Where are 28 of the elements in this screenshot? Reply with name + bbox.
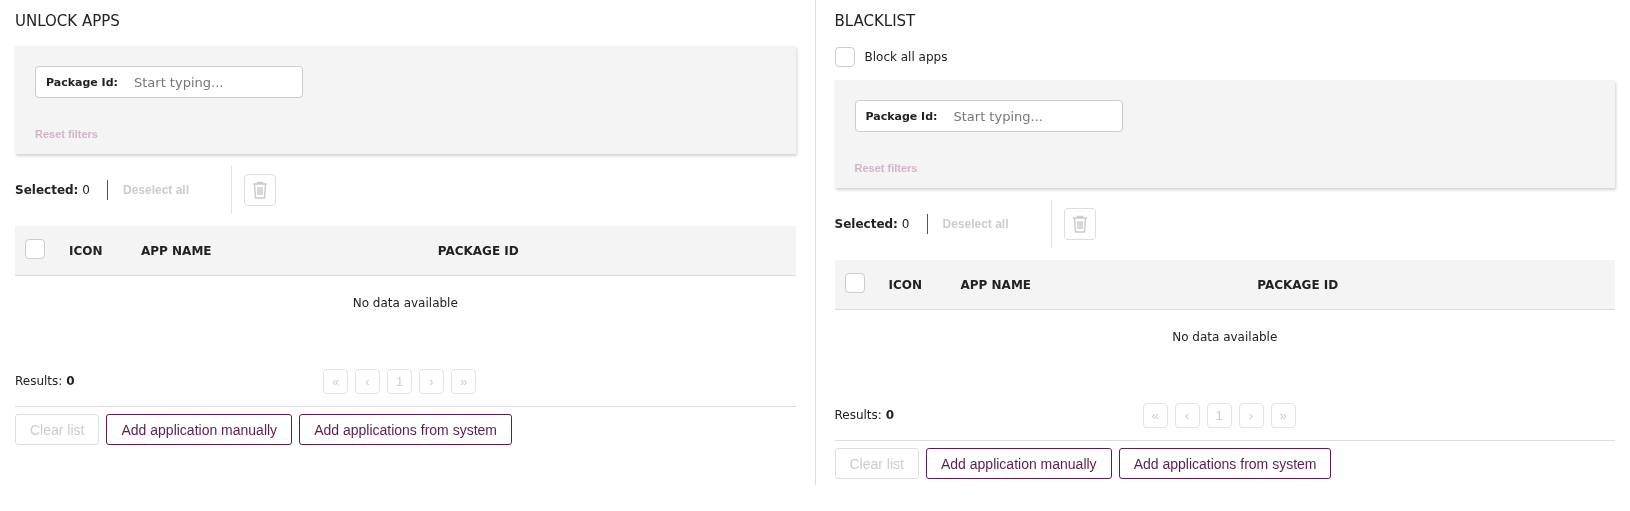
select-all-checkbox[interactable] [25,239,45,259]
results-count: Results: 0 [15,374,76,388]
selected-count: Selected: 0 [15,183,91,197]
action-button[interactable]: Add application manually [106,414,293,445]
column-header: PACKAGE ID [436,243,520,258]
package-id-field[interactable]: Package Id: Start typing... [854,100,1123,132]
column-header: PACKAGE ID [1256,277,1340,292]
action-button[interactable]: Add applications from system [299,414,512,445]
panel-title: BLACKLIST [834,11,916,32]
panel-title: UNLOCK APPS [15,11,120,32]
results-count: Results: 0 [834,408,896,422]
action-button[interactable]: Add applications from system [1118,448,1332,479]
trash-icon [252,181,268,199]
column-header: ICON [888,277,923,292]
column-header: APP NAME [141,243,213,258]
field-label: Package Id: [865,109,938,123]
trash-icon [1071,215,1088,233]
action-button[interactable]: Add application manually [925,448,1112,479]
column-header: APP NAME [960,277,1033,292]
checkbox[interactable] [834,47,855,67]
select-all-checkbox[interactable] [844,273,865,293]
selected-count: Selected: 0 [834,217,911,231]
empty-message: No data available [352,295,458,312]
column-header: ICON [69,243,104,258]
checkbox-label: Block all apps [864,50,948,64]
package-id-field[interactable]: Package Id: Start typing... [35,66,303,98]
field-label: Package Id: [46,75,118,89]
empty-message: No data available [1172,329,1278,346]
